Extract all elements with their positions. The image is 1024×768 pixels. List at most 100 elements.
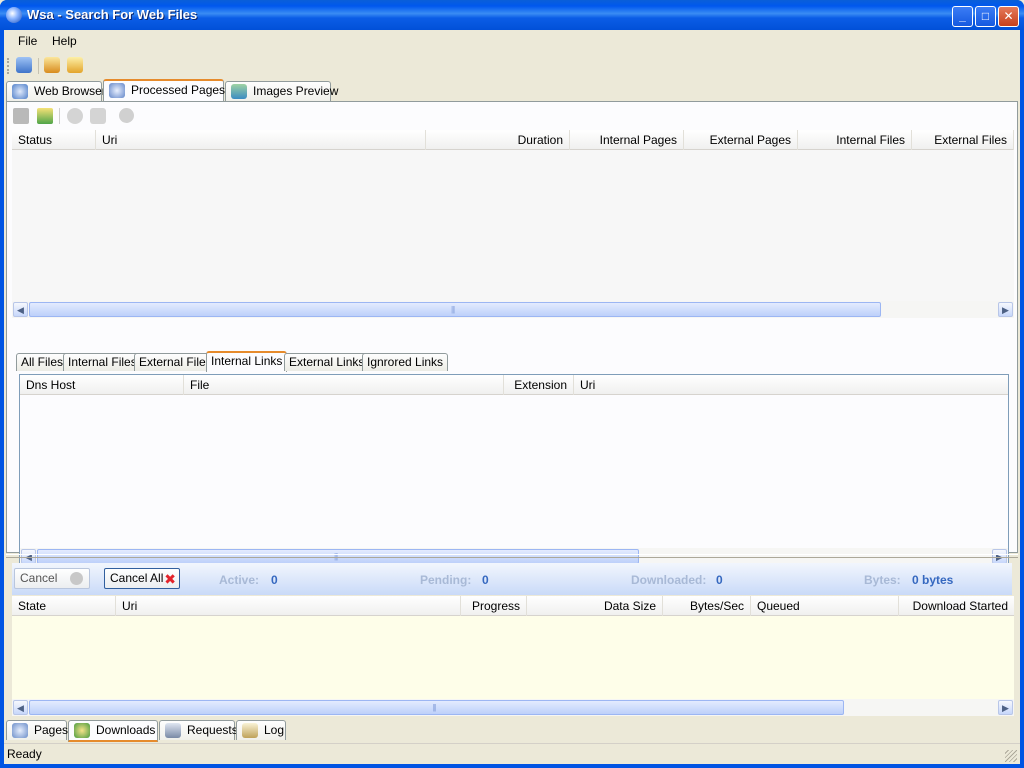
- scroll-thumb[interactable]: |||: [29, 302, 881, 317]
- client-area: File Help Web Browser Processed Pages Im…: [4, 30, 1020, 764]
- scroll-thumb[interactable]: |||: [29, 700, 844, 715]
- subtab-external-links[interactable]: External Links: [284, 353, 370, 371]
- col-status[interactable]: Status: [12, 130, 96, 150]
- images-preview-icon: [231, 84, 247, 99]
- scroll-right-arrow[interactable]: ▶: [998, 700, 1013, 715]
- scroll-left-arrow[interactable]: ◀: [13, 302, 28, 317]
- tab-label: Pages: [34, 723, 69, 737]
- downloaded-label: Downloaded:: [631, 573, 707, 587]
- tab-label: Log: [264, 723, 285, 737]
- tab-label: Processed Pages: [131, 83, 226, 97]
- main-toolbar: [4, 52, 1020, 80]
- web-browser-icon: [12, 84, 28, 99]
- scroll-right-arrow[interactable]: ▶: [998, 302, 1013, 317]
- col-queued[interactable]: Queued: [751, 596, 899, 616]
- col-duration[interactable]: Duration: [426, 130, 570, 150]
- resize-grip[interactable]: [1005, 750, 1017, 762]
- toolbar-gripper[interactable]: [7, 58, 9, 74]
- app-globe-icon[interactable]: [6, 7, 22, 23]
- pages-icon: [12, 723, 28, 738]
- save-icon[interactable]: [13, 108, 29, 124]
- subtab-internal-files[interactable]: Internal Files: [63, 353, 142, 371]
- links-list-header: Dns Host File Extension Uri: [20, 375, 1008, 395]
- tab-label: Downloads: [96, 723, 156, 737]
- downloaded-value: 0: [716, 573, 723, 587]
- app-window: Wsa - Search For Web Files _ □ ✕ File He…: [0, 0, 1024, 768]
- menu-file[interactable]: File: [18, 34, 37, 48]
- filter-icon[interactable]: [90, 108, 106, 124]
- cancel-all-button[interactable]: Cancel All ✖: [104, 568, 180, 589]
- tab-label: Images Preview: [253, 84, 339, 98]
- detail-tabs: All Files Internal Files External Files …: [16, 351, 1016, 373]
- col-external-files[interactable]: External Files: [912, 130, 1014, 150]
- tab-label: Web Browser: [34, 84, 106, 98]
- search-globe-icon[interactable]: [16, 57, 32, 73]
- status-bar: Ready: [4, 743, 1020, 764]
- toolbar-separator: [59, 108, 60, 124]
- downloads-list-header: State Uri Progress Data Size Bytes/Sec Q…: [12, 596, 1014, 616]
- col-progress[interactable]: Progress: [461, 596, 527, 616]
- tab-requests[interactable]: Requests: [159, 720, 238, 740]
- red-x-icon: ✖: [164, 571, 176, 587]
- edit-icon[interactable]: [44, 57, 60, 73]
- active-label: Active:: [219, 573, 260, 587]
- toolbar-separator: [38, 58, 39, 74]
- subtab-internal-links[interactable]: Internal Links: [206, 351, 288, 372]
- col-external-pages[interactable]: External Pages: [684, 130, 798, 150]
- pending-value: 0: [482, 573, 489, 587]
- subtab-external-files[interactable]: External Files: [134, 353, 217, 371]
- window-title: Wsa - Search For Web Files: [27, 7, 198, 22]
- col-extension[interactable]: Extension: [504, 375, 574, 395]
- requests-icon: [165, 723, 181, 738]
- title-bar[interactable]: Wsa - Search For Web Files _ □ ✕: [0, 0, 1024, 30]
- processed-pages-panel: Status Uri Duration Internal Pages Exter…: [6, 101, 1018, 566]
- close-button[interactable]: ✕: [998, 6, 1019, 27]
- cancel-gear-icon: [70, 572, 83, 585]
- log-icon: [242, 723, 258, 738]
- cancel-all-label: Cancel All: [110, 571, 164, 585]
- cancel-label: Cancel: [20, 571, 58, 585]
- tab-pages[interactable]: Pages: [6, 720, 69, 740]
- bottom-tabs: Pages Downloads Requests Log: [4, 717, 1020, 743]
- stop-icon[interactable]: [119, 108, 134, 123]
- col-file[interactable]: File: [184, 375, 504, 395]
- col-data-size[interactable]: Data Size: [527, 596, 663, 616]
- export-icon[interactable]: [37, 108, 53, 124]
- tab-images-preview[interactable]: Images Preview: [225, 81, 338, 101]
- cancel-button[interactable]: Cancel: [14, 568, 90, 589]
- splitter[interactable]: [6, 554, 1018, 558]
- minimize-button[interactable]: _: [952, 6, 973, 27]
- subtab-all-files[interactable]: All Files: [16, 353, 69, 371]
- pages-hscrollbar[interactable]: ◀ ||| ▶: [12, 301, 1014, 318]
- processed-pages-icon: [109, 83, 125, 98]
- menu-help[interactable]: Help: [52, 34, 77, 48]
- gear-icon[interactable]: [67, 108, 83, 124]
- status-text: Ready: [7, 747, 42, 761]
- subtab-ignored-links[interactable]: Ignrored Links: [362, 353, 449, 371]
- tab-downloads[interactable]: Downloads: [68, 720, 158, 742]
- scroll-left-arrow[interactable]: ◀: [13, 700, 28, 715]
- col-download-started[interactable]: Download Started: [899, 596, 1014, 616]
- col-state[interactable]: State: [12, 596, 116, 616]
- pages-list-header: Status Uri Duration Internal Pages Exter…: [12, 130, 1014, 150]
- tab-log[interactable]: Log: [236, 720, 286, 740]
- active-value: 0: [271, 573, 278, 587]
- col-uri[interactable]: Uri: [96, 130, 426, 150]
- downloads-icon: [74, 723, 90, 738]
- maximize-button[interactable]: □: [975, 6, 996, 27]
- links-list[interactable]: Dns Host File Extension Uri ◀ ||| ▶: [19, 374, 1009, 566]
- col-dns-host[interactable]: Dns Host: [20, 375, 184, 395]
- settings-icon[interactable]: [67, 57, 83, 73]
- downloads-hscrollbar[interactable]: ◀ ||| ▶: [12, 699, 1014, 716]
- pages-list[interactable]: Status Uri Duration Internal Pages Exter…: [12, 130, 1014, 318]
- menu-bar: File Help: [4, 30, 1020, 52]
- col-download-uri[interactable]: Uri: [116, 596, 461, 616]
- tab-processed-pages[interactable]: Processed Pages: [103, 79, 226, 102]
- col-internal-files[interactable]: Internal Files: [798, 130, 912, 150]
- tab-web-browser[interactable]: Web Browser: [6, 81, 106, 101]
- col-bytes-sec[interactable]: Bytes/Sec: [663, 596, 751, 616]
- bytes-value: 0 bytes: [912, 573, 954, 587]
- col-link-uri[interactable]: Uri: [574, 375, 1008, 395]
- col-internal-pages[interactable]: Internal Pages: [570, 130, 684, 150]
- downloads-list[interactable]: State Uri Progress Data Size Bytes/Sec Q…: [12, 596, 1014, 716]
